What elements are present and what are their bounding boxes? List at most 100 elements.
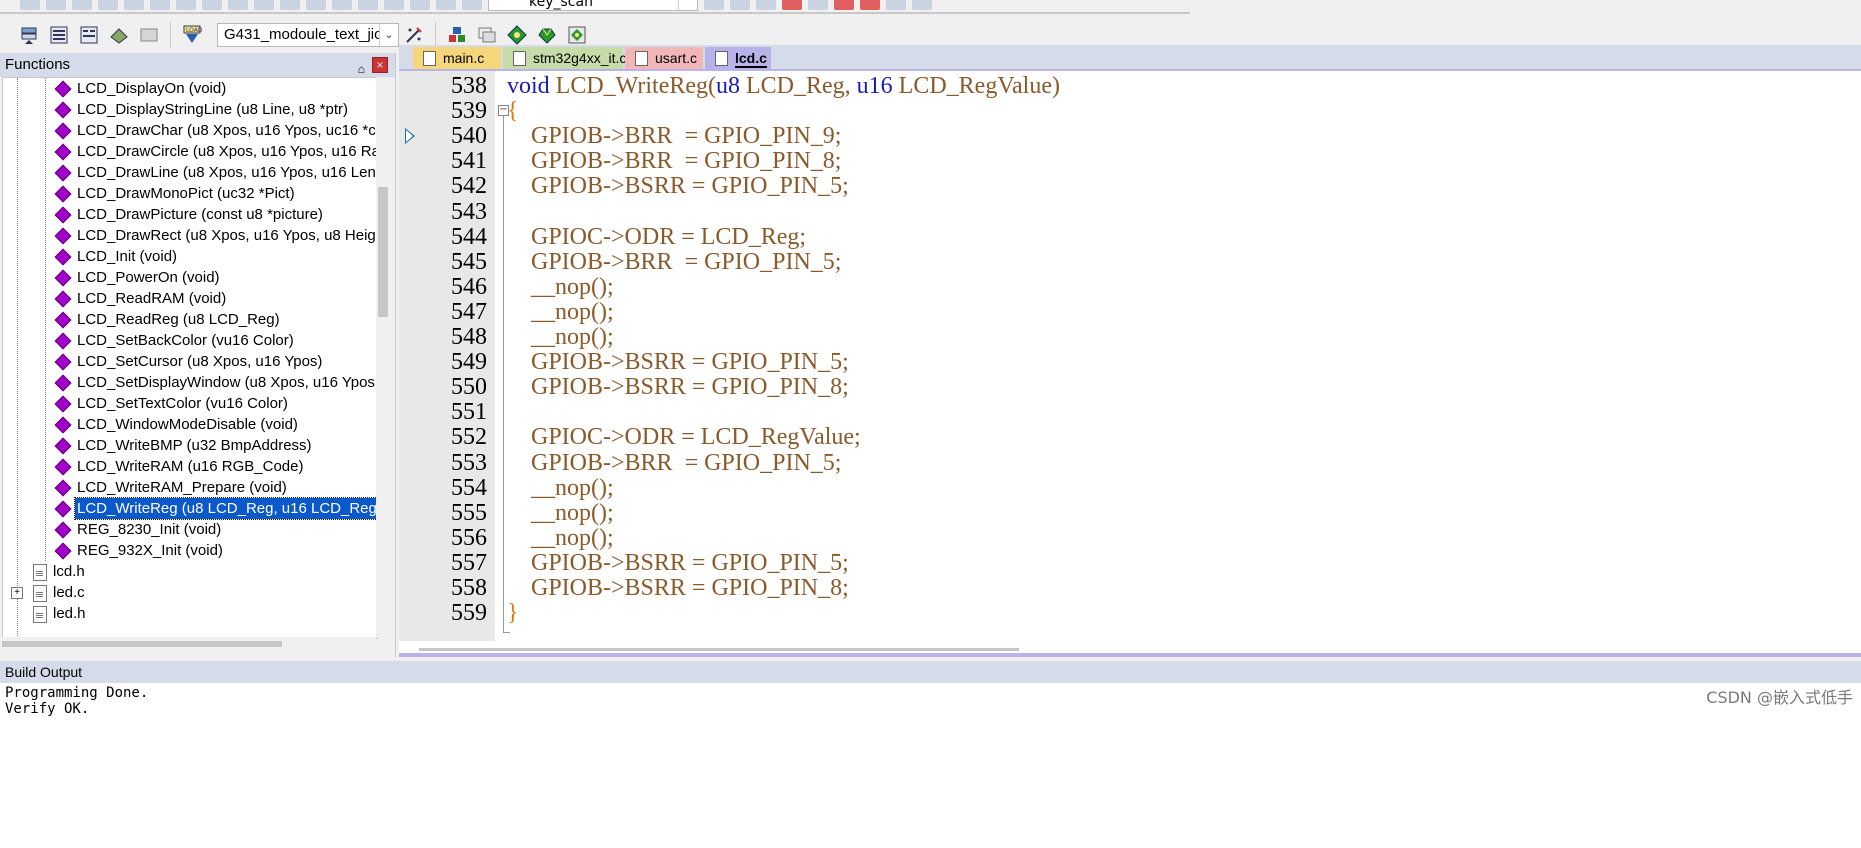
file-tab-lcd-c[interactable]: lcd.c (705, 47, 771, 69)
code-text: __nop(); (507, 524, 614, 551)
undo-icon[interactable] (202, 0, 222, 10)
code-text: __nop(); (507, 298, 614, 325)
line-number: 543 (451, 198, 487, 225)
pack-installer-icon[interactable] (506, 24, 528, 46)
functions-tree[interactable]: LCD_DisplayOn (void) LCD_DisplayStringLin… (2, 77, 378, 639)
window-layout-icon[interactable] (886, 0, 906, 10)
nav-back-icon[interactable] (254, 0, 274, 10)
code-line[interactable]: 538 void LCD_WriteReg(u8 LCD_Reg, u16 LCD… (399, 74, 1861, 99)
code-line[interactable]: 558 GPIOB->BSRR = GPIO_PIN_8; (399, 576, 1861, 601)
indent-icon[interactable] (384, 0, 404, 10)
code-line[interactable]: 557 GPIOB->BSRR = GPIO_PIN_5; (399, 549, 1861, 576)
function-diamond-icon (54, 143, 72, 161)
file-icon (423, 51, 436, 66)
incremental-find-icon[interactable] (730, 0, 750, 10)
code-line[interactable]: 548 __nop(); (399, 325, 1861, 350)
save-icon[interactable] (72, 0, 92, 10)
code-line[interactable]: 555 __nop(); (399, 500, 1861, 526)
code-line[interactable]: 551 (399, 400, 1861, 425)
code-line[interactable]: 545 GPIOB->BRR = GPIO_PIN_5; (399, 249, 1861, 275)
file-tab-main-c[interactable]: main.c (413, 47, 501, 69)
code-line[interactable]: 547 __nop(); (399, 298, 1861, 325)
bookmark-prev-icon[interactable] (332, 0, 352, 10)
code-text: __nop(); (507, 324, 614, 350)
close-icon[interactable]: × (372, 57, 388, 73)
download-icon[interactable]: LOAD (181, 24, 203, 46)
run-time-environment-icon[interactable] (566, 24, 588, 46)
bookmark-next-icon[interactable] (358, 0, 378, 10)
expand-icon[interactable]: + (11, 587, 23, 599)
breakpoint-kill-all-icon[interactable] (860, 0, 880, 10)
code-text: GPIOB->BRR = GPIO_PIN_8; (507, 148, 842, 175)
code-line[interactable]: 543 (399, 198, 1861, 225)
save-all-icon[interactable] (98, 0, 118, 10)
function-diamond-icon (54, 227, 72, 245)
scrollbar-thumb[interactable] (378, 187, 388, 317)
code-line[interactable]: 553 GPIOB->BRR = GPIO_PIN_5; (399, 450, 1861, 476)
tree-guide-line (45, 78, 46, 561)
uncomment-icon[interactable] (462, 0, 482, 10)
function-item-label: LCD_ReadReg (u8 LCD_Reg) (77, 311, 280, 328)
redo-icon[interactable] (228, 0, 248, 10)
code-line[interactable]: 546 __nop(); (399, 274, 1861, 300)
new-file-icon[interactable] (20, 0, 40, 10)
target-options-icon[interactable] (403, 24, 425, 46)
breakpoint-icon[interactable] (782, 0, 802, 10)
build-icon[interactable] (48, 24, 70, 46)
target-select[interactable]: G431_modoule_text_jichu ⌄ (217, 23, 399, 47)
code-line[interactable]: 556 __nop(); (399, 524, 1861, 551)
configure-icon[interactable] (912, 0, 932, 10)
breakpoint-kill-icon[interactable] (834, 0, 854, 10)
tree-vertical-scrollbar[interactable] (376, 77, 390, 637)
file-extensions-icon[interactable] (476, 24, 498, 46)
chevron-down-icon[interactable] (678, 0, 697, 10)
build-output-title: Build Output (0, 661, 1861, 683)
cut-icon[interactable] (124, 0, 144, 10)
tree-horizontal-scrollbar[interactable] (2, 637, 376, 651)
scrollbar-thumb[interactable] (2, 641, 282, 647)
file-tab-stm32g4xx_it-c[interactable]: stm32g4xx_it.c (503, 47, 626, 69)
find-in-files-icon[interactable] (704, 0, 724, 10)
code-line[interactable]: 559} (399, 601, 1861, 626)
code-line[interactable]: 554 __nop(); (399, 474, 1861, 501)
breakpoint-disable-icon[interactable] (808, 0, 828, 10)
code-line[interactable]: 552 GPIOC->ODR = LCD_RegValue; (399, 425, 1861, 450)
translate-icon[interactable] (18, 24, 40, 46)
file-tab-usart-c[interactable]: usart.c (625, 47, 703, 69)
code-line[interactable]: 542 GPIOB->BSRR = GPIO_PIN_5; (399, 174, 1861, 199)
open-file-icon[interactable] (46, 0, 66, 10)
batch-build-icon[interactable] (108, 24, 130, 46)
find-combo[interactable]: key_scan (488, 0, 698, 11)
function-diamond-icon (54, 332, 72, 350)
line-number: 548 (451, 324, 487, 350)
bookmark-icon[interactable] (306, 0, 326, 10)
function-item-label: LCD_WriteRAM_Prepare (void) (77, 479, 287, 496)
copy-icon[interactable] (150, 0, 170, 10)
stop-build-icon[interactable] (138, 24, 160, 46)
comment-icon[interactable] (436, 0, 456, 10)
manage-components-icon[interactable] (446, 24, 468, 46)
rebuild-icon[interactable] (78, 24, 100, 46)
line-number: 554 (451, 474, 487, 501)
scrollbar-thumb[interactable] (419, 648, 1019, 651)
target-select-value: G431_modoule_text_jichu (224, 26, 399, 43)
code-line[interactable]: 549 GPIOB->BSRR = GPIO_PIN_5; (399, 350, 1861, 375)
line-number: 551 (451, 399, 487, 426)
code-text: GPIOC->ODR = LCD_RegValue; (507, 424, 861, 451)
code-line[interactable]: 550 GPIOB->BSRR = GPIO_PIN_8; (399, 375, 1861, 400)
line-number: 557 (451, 549, 487, 576)
debug-icon[interactable] (756, 0, 776, 10)
select-software-packs-icon[interactable] (536, 24, 558, 46)
code-text: GPIOB->BSRR = GPIO_PIN_5; (507, 549, 849, 576)
code-line[interactable]: 539 { (399, 99, 1861, 124)
code-line[interactable]: 544 GPIOC->ODR = LCD_Reg; (399, 224, 1861, 250)
chevron-down-icon[interactable]: ⌄ (379, 24, 398, 46)
unindent-icon[interactable] (410, 0, 430, 10)
code-line[interactable]: 541 GPIOB->BRR = GPIO_PIN_8; (399, 149, 1861, 174)
function-item-label: LCD_DisplayOn (void) (77, 80, 227, 97)
nav-forward-icon[interactable] (280, 0, 300, 10)
svg-text:LOAD: LOAD (186, 27, 202, 34)
code-line[interactable]: 540 GPIOB->BRR = GPIO_PIN_9; (399, 124, 1861, 149)
code-area[interactable]: 538 void LCD_WriteReg(u8 LCD_Reg, u16 LCD… (399, 71, 1861, 641)
paste-icon[interactable] (176, 0, 196, 10)
